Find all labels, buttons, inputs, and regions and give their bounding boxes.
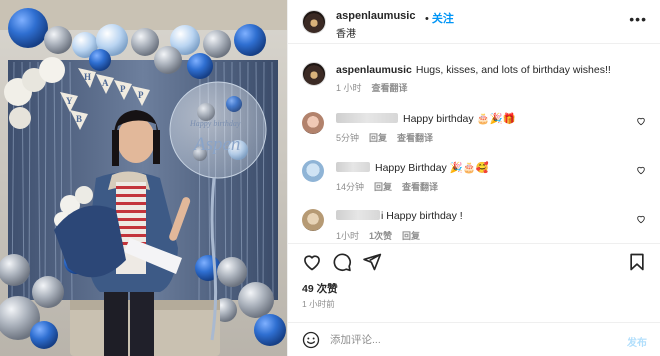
banner-letter: Y xyxy=(66,96,73,106)
caption-username[interactable]: aspenlaumusic xyxy=(336,64,412,76)
caption-meta: 1 小时 查看翻译 xyxy=(336,81,418,94)
author-username[interactable]: aspenlaumusic xyxy=(336,10,415,22)
author-avatar[interactable] xyxy=(302,10,326,34)
comment-text: Happy birthday 🎂🎉🎁 xyxy=(403,113,516,125)
post-photo-image: H A P P Y B Happy birthday Aspen xyxy=(0,0,287,356)
post-header: aspenlaumusic • 关注 香港 ••• xyxy=(288,0,660,44)
bookmark-icon[interactable] xyxy=(627,252,647,272)
follow-dot: • xyxy=(425,13,429,25)
comment-text-line: Happy birthday 🎂🎉🎁 xyxy=(336,112,516,125)
comment-text: i Happy birthday ! xyxy=(381,210,463,222)
commenter-username-redacted[interactable] xyxy=(336,113,398,123)
comment-time: 5分钟 xyxy=(336,133,360,143)
post-photo[interactable]: H A P P Y B Happy birthday Aspen xyxy=(0,0,287,356)
post-comment-button[interactable]: 发布 xyxy=(627,334,647,349)
commenter-username-redacted[interactable] xyxy=(336,162,370,172)
commenter-username-redacted[interactable] xyxy=(336,210,380,220)
comment-icon[interactable] xyxy=(332,252,352,272)
caption-avatar[interactable] xyxy=(302,62,326,86)
comment-text: Happy Birthday 🎉🎂🥰 xyxy=(375,162,489,174)
location-link[interactable]: 香港 xyxy=(336,25,356,40)
share-icon[interactable] xyxy=(362,252,382,272)
comment-meta: 1小时 1次赞 回复 xyxy=(336,229,430,242)
caption-text: Hugs, kisses, and lots of birthday wishe… xyxy=(415,64,611,76)
post-detail-panel: aspenlaumusic • 关注 香港 ••• aspenlaumusic Hu… xyxy=(287,0,660,356)
comment-text-line: Happy Birthday 🎉🎂🥰 xyxy=(336,161,489,174)
comment-see-translation[interactable]: 查看翻译 xyxy=(402,182,438,192)
likes-count[interactable]: 49 次赞 xyxy=(302,281,338,296)
post-action-bar xyxy=(288,243,660,277)
comment-like-heart-icon[interactable] xyxy=(636,214,646,224)
smiley-icon[interactable] xyxy=(302,331,320,349)
comment-reply-button[interactable]: 回复 xyxy=(402,231,420,241)
comment-like-heart-icon[interactable] xyxy=(636,116,646,126)
caption-see-translation[interactable]: 查看翻译 xyxy=(372,83,408,93)
comment-time: 14分钟 xyxy=(336,182,365,192)
commenter-avatar[interactable] xyxy=(302,160,324,182)
banner-letter: A xyxy=(102,78,109,88)
follow-button[interactable]: • 关注 xyxy=(425,10,454,26)
comment-see-translation[interactable]: 查看翻译 xyxy=(397,133,433,143)
comment-meta: 5分钟 回复 查看翻译 xyxy=(336,131,443,144)
banner-letter: B xyxy=(76,114,82,124)
banner-letter: P xyxy=(120,84,126,94)
commenter-avatar[interactable] xyxy=(302,209,324,231)
caption-time: 1 小时 xyxy=(336,83,362,93)
heart-icon[interactable] xyxy=(302,252,322,272)
banner-letter: H xyxy=(84,72,91,82)
comment-reply-button[interactable]: 回复 xyxy=(374,182,392,192)
balloon-name-text: Aspen xyxy=(192,134,240,155)
follow-label: 关注 xyxy=(431,13,454,25)
post-timestamp: 1 小时前 xyxy=(302,299,335,309)
commenter-avatar[interactable] xyxy=(302,112,324,134)
comment-reply-button[interactable]: 回复 xyxy=(369,133,387,143)
comment-likes-count[interactable]: 1次赞 xyxy=(369,231,392,241)
balloon-arc-text: Happy birthday xyxy=(189,119,241,128)
comment-time: 1小时 xyxy=(336,231,360,241)
caption-text-block: aspenlaumusic Hugs, kisses, and lots of b… xyxy=(336,63,646,77)
comment-text-line: i Happy birthday ! xyxy=(336,210,463,222)
more-options-icon[interactable]: ••• xyxy=(629,12,647,26)
comment-like-heart-icon[interactable] xyxy=(636,165,646,175)
add-comment-bar: 发布 xyxy=(288,322,660,356)
comment-meta: 14分钟 回复 查看翻译 xyxy=(336,180,448,193)
banner-letter: P xyxy=(138,90,144,100)
comment-input[interactable] xyxy=(330,330,600,350)
